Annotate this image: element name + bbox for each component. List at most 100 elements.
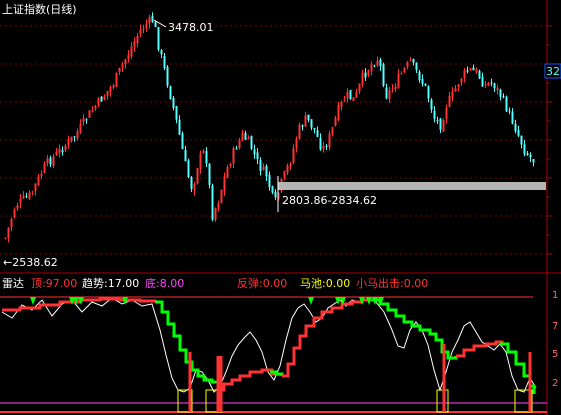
trend-down-line <box>155 300 220 390</box>
price-badge-text: 32 <box>546 65 560 78</box>
candle-body <box>124 59 127 65</box>
signal-arrow-icon <box>335 297 341 305</box>
candle-body <box>358 83 361 92</box>
candle-body <box>337 105 340 121</box>
candle-body <box>52 156 55 166</box>
indicator-header: 雷达 顶:97.00 趋势:17.00 底:8.00 反弹:0.00 马池:0.… <box>2 276 428 290</box>
candle-body <box>289 163 292 167</box>
candle-body <box>460 78 463 83</box>
candle-body <box>184 149 187 162</box>
candle-body <box>523 144 526 155</box>
indicator-axis-labels: 1 7 5 2 <box>552 290 558 389</box>
candle-body <box>430 99 433 110</box>
candle-body <box>463 70 466 78</box>
candle-body <box>223 176 226 192</box>
candle-body <box>199 153 202 169</box>
candle-body <box>31 191 34 193</box>
indicator-item: 趋势:17.00 <box>82 277 139 290</box>
candle-body <box>187 160 190 178</box>
candle-body <box>352 97 355 102</box>
candle-body <box>64 145 67 151</box>
candle-body <box>109 87 112 92</box>
candle-body <box>163 55 166 69</box>
candle-body <box>94 106 97 109</box>
range-label: 2803.86-2834.62 <box>282 194 377 207</box>
candle-body <box>493 83 496 89</box>
candle-body <box>70 136 73 141</box>
candle-body <box>376 60 379 66</box>
candle-body <box>232 148 235 164</box>
candle-body <box>40 174 43 176</box>
candle-body <box>34 183 37 191</box>
candle-body <box>331 127 334 135</box>
candle-body <box>100 96 103 102</box>
candle-body <box>142 28 145 30</box>
candle-body <box>274 191 277 198</box>
candle-body <box>73 136 76 138</box>
signal-arrow-icon <box>30 297 36 305</box>
svg-text:1: 1 <box>552 290 558 301</box>
candle-body <box>214 208 217 220</box>
candle-body <box>367 70 370 76</box>
candle-body <box>529 154 532 158</box>
candle-body <box>328 133 331 148</box>
candle-body <box>151 15 154 22</box>
stock-chart[interactable]: 上证指数(日线) 3478.01 ←2538.62 2803.86-2834.6… <box>0 0 561 415</box>
candle-body <box>130 46 133 57</box>
candle-body <box>19 198 22 204</box>
candle-body <box>310 119 313 128</box>
candle-body <box>448 95 451 107</box>
candle-body <box>133 41 136 48</box>
candle-body <box>481 76 484 87</box>
candle-body <box>388 89 391 100</box>
candle-body <box>13 209 16 218</box>
candle-body <box>259 160 262 171</box>
candle-body <box>322 146 325 150</box>
candle-body <box>58 148 61 153</box>
candle-body <box>226 166 229 178</box>
candle-body <box>415 62 418 71</box>
candle-body <box>256 152 259 160</box>
candle-body <box>454 88 457 92</box>
candle-body <box>397 73 400 88</box>
candle-body <box>370 64 373 72</box>
indicator-item: 马池:0.00 <box>300 277 350 290</box>
candle-body <box>127 54 130 60</box>
candle-body <box>136 36 139 44</box>
candle-body <box>424 83 427 86</box>
candle-body <box>355 91 358 98</box>
candle-body <box>55 151 58 156</box>
candle-body <box>160 50 163 55</box>
candle-body <box>319 137 322 150</box>
candle-body <box>139 29 142 35</box>
candle-body <box>499 89 502 97</box>
candle-body <box>451 91 454 98</box>
candle-body <box>193 183 196 191</box>
main-grid <box>0 25 547 255</box>
candle-body <box>283 171 286 179</box>
candle-body <box>505 96 508 112</box>
candle-body <box>178 119 181 135</box>
candle-body <box>445 107 448 119</box>
candle-body <box>301 125 304 127</box>
candle-body <box>103 96 106 101</box>
candle-body <box>346 91 349 99</box>
candle-body <box>247 137 250 140</box>
candle-body <box>22 195 25 199</box>
candle-body <box>91 110 94 112</box>
candle-body <box>262 166 265 171</box>
candle-body <box>67 139 70 146</box>
candle-body <box>466 70 469 72</box>
indicator-item: 底:8.00 <box>145 276 184 290</box>
candle-body <box>169 86 172 99</box>
candle-body <box>145 24 148 29</box>
candle-body <box>391 88 394 90</box>
candle-body <box>496 87 499 90</box>
candle-body <box>196 168 199 184</box>
candle-body <box>79 123 82 133</box>
candle-body <box>433 110 436 119</box>
candle-body <box>4 237 7 239</box>
candle-body <box>202 150 205 153</box>
svg-text:7: 7 <box>552 321 558 332</box>
candle-body <box>427 86 430 99</box>
